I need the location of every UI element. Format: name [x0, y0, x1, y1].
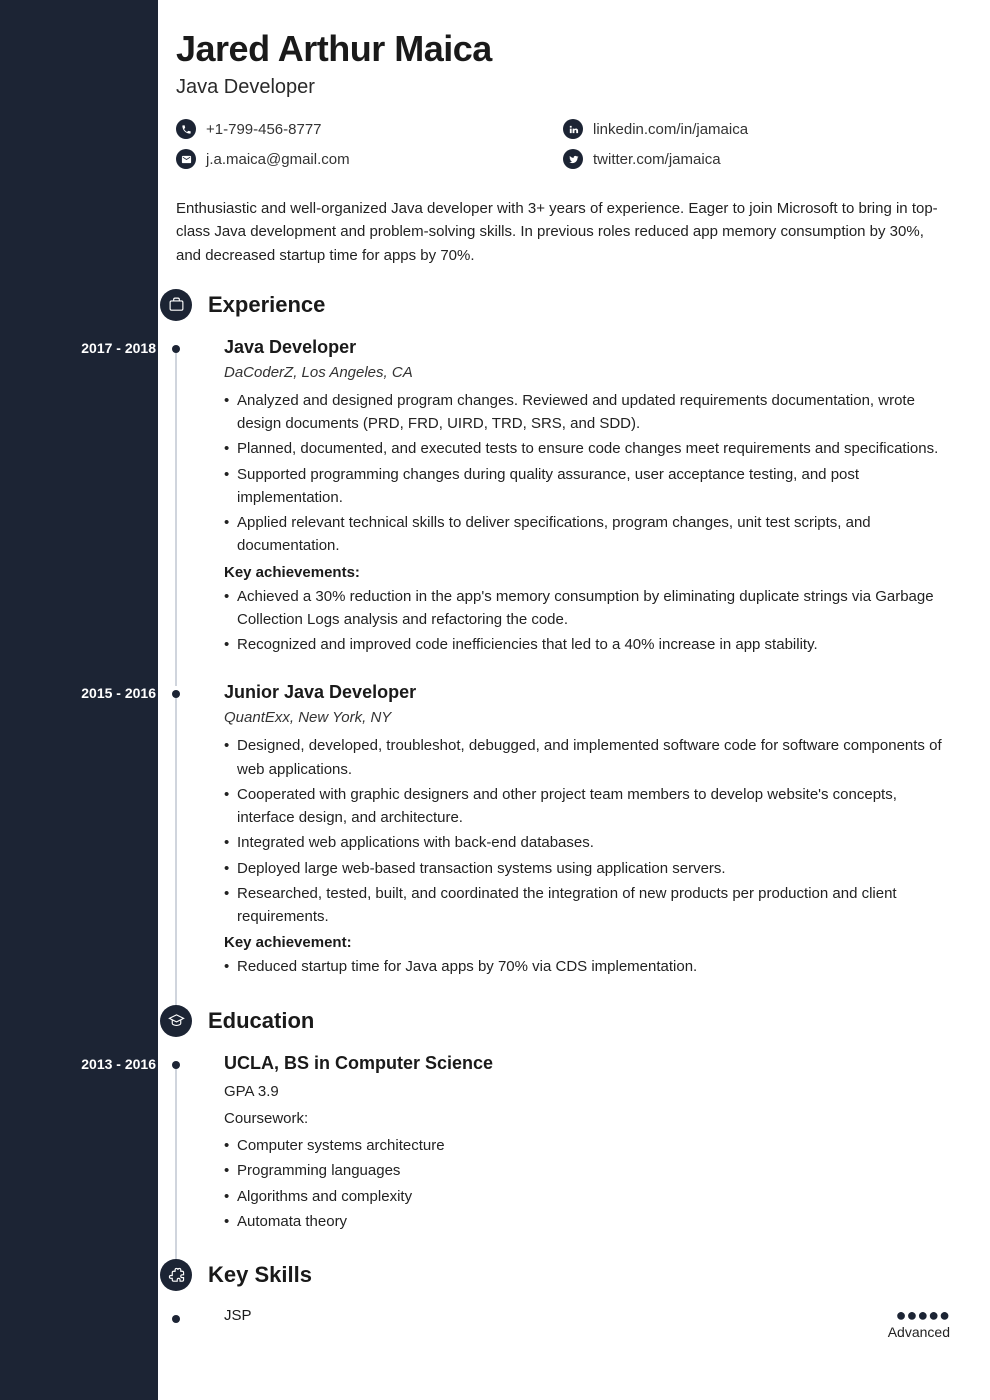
timeline-line — [175, 1063, 177, 1264]
skill-rating: ●●●●●Advanced — [888, 1305, 950, 1340]
experience-header: Experience — [160, 289, 950, 321]
entry-title: Junior Java Developer — [224, 682, 950, 703]
entry-date: 2015 - 2016 — [46, 685, 156, 701]
coursework-label: Coursework: — [224, 1107, 950, 1130]
education-header: Education — [160, 1005, 950, 1037]
entry-title: UCLA, BS in Computer Science — [224, 1053, 950, 1074]
resume-page: Jared Arthur Maica Java Developer +1-799… — [0, 0, 990, 1400]
timeline-dot — [172, 345, 180, 353]
entry-bullets: Designed, developed, troubleshot, debugg… — [224, 734, 950, 928]
main-content: Jared Arthur Maica Java Developer +1-799… — [158, 0, 990, 1400]
phone-value: +1-799-456-8777 — [206, 121, 322, 138]
coursework-list: Computer systems architectureProgramming… — [224, 1134, 950, 1233]
timeline-dot — [172, 1061, 180, 1069]
puzzle-icon — [160, 1259, 192, 1291]
key-achievements-label: Key achievements: — [224, 564, 950, 581]
email-icon — [176, 149, 196, 169]
entry-date: 2017 - 2018 — [46, 340, 156, 356]
entry-company: QuantExx, New York, NY — [224, 709, 950, 726]
contact-email: j.a.maica@gmail.com — [176, 149, 563, 169]
entry-date: 2013 - 2016 — [46, 1056, 156, 1072]
person-name: Jared Arthur Maica — [176, 28, 950, 70]
contact-phone: +1-799-456-8777 — [176, 119, 563, 139]
job-title: Java Developer — [176, 76, 950, 99]
bullet-item: Supported programming changes during qua… — [224, 463, 950, 510]
bullet-item: Reduced startup time for Java apps by 70… — [224, 955, 950, 978]
bullet-item: Cooperated with graphic designers and ot… — [224, 783, 950, 830]
key-achievements-bullets: Achieved a 30% reduction in the app's me… — [224, 585, 950, 657]
experience-entry: 2017 - 2018Java DeveloperDaCoderZ, Los A… — [176, 337, 950, 657]
twitter-icon — [563, 149, 583, 169]
experience-entry: 2015 - 2016Junior Java DeveloperQuantExx… — [176, 682, 950, 978]
skill-level: Advanced — [888, 1324, 950, 1340]
experience-title: Experience — [208, 292, 325, 318]
entry-company: DaCoderZ, Los Angeles, CA — [224, 364, 950, 381]
timeline-line — [175, 692, 177, 1008]
skill-name: JSP — [224, 1307, 940, 1324]
bullet-item: Computer systems architecture — [224, 1134, 950, 1157]
timeline-dot — [172, 690, 180, 698]
email-value: j.a.maica@gmail.com — [206, 151, 350, 168]
linkedin-icon — [563, 119, 583, 139]
twitter-value: twitter.com/jamaica — [593, 151, 721, 168]
phone-icon — [176, 119, 196, 139]
graduation-cap-icon — [160, 1005, 192, 1037]
linkedin-value: linkedin.com/in/jamaica — [593, 121, 748, 138]
bullet-item: Analyzed and designed program changes. R… — [224, 389, 950, 436]
bullet-item: Algorithms and complexity — [224, 1185, 950, 1208]
contacts: +1-799-456-8777 j.a.maica@gmail.com link… — [176, 119, 950, 179]
bullet-item: Achieved a 30% reduction in the app's me… — [224, 585, 950, 632]
bullet-item: Planned, documented, and executed tests … — [224, 437, 950, 460]
contact-linkedin: linkedin.com/in/jamaica — [563, 119, 950, 139]
briefcase-icon — [160, 289, 192, 321]
entry-title: Java Developer — [224, 337, 950, 358]
timeline-dot — [172, 1315, 180, 1323]
bullet-item: Researched, tested, built, and coordinat… — [224, 882, 950, 929]
skill-entry: JSP●●●●●Advanced — [176, 1307, 950, 1324]
rating-dots: ●●●●● — [888, 1305, 950, 1326]
bullet-item: Automata theory — [224, 1210, 950, 1233]
bullet-item: Integrated web applications with back-en… — [224, 831, 950, 854]
bullet-item: Designed, developed, troubleshot, debugg… — [224, 734, 950, 781]
bullet-item: Programming languages — [224, 1159, 950, 1182]
bullet-item: Deployed large web-based transaction sys… — [224, 857, 950, 880]
skills-header: Key Skills — [160, 1259, 950, 1291]
education-title: Education — [208, 1008, 314, 1034]
contact-twitter: twitter.com/jamaica — [563, 149, 950, 169]
key-achievements-label: Key achievement: — [224, 934, 950, 951]
entry-bullets: Analyzed and designed program changes. R… — [224, 389, 950, 558]
gpa: GPA 3.9 — [224, 1080, 950, 1103]
bullet-item: Recognized and improved code inefficienc… — [224, 633, 950, 656]
summary: Enthusiastic and well-organized Java dev… — [176, 197, 950, 267]
skills-title: Key Skills — [208, 1262, 312, 1288]
timeline-line — [175, 347, 177, 687]
education-entry: 2013 - 2016UCLA, BS in Computer ScienceG… — [176, 1053, 950, 1234]
bullet-item: Applied relevant technical skills to del… — [224, 511, 950, 558]
key-achievements-bullets: Reduced startup time for Java apps by 70… — [224, 955, 950, 978]
